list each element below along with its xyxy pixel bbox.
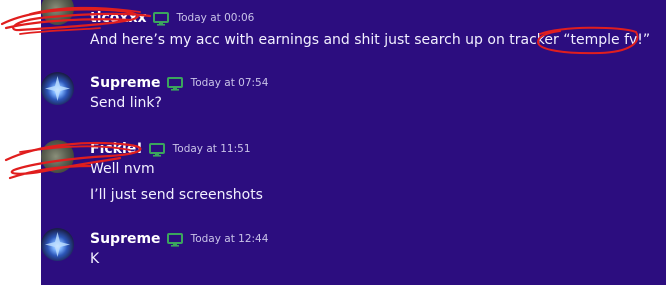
message-timestamp[interactable]: Today at 12:44 xyxy=(191,233,269,245)
username[interactable]: Supreme xyxy=(90,231,161,247)
avatar[interactable] xyxy=(41,228,74,261)
message-text: And here’s my acc with earnings and shit… xyxy=(90,32,651,48)
desktop-icon xyxy=(152,11,169,26)
message-timestamp[interactable]: Today at 11:51 xyxy=(173,143,251,155)
message-text: K xyxy=(90,251,100,267)
message-text: Well nvm xyxy=(90,161,155,177)
desktop-icon xyxy=(166,76,183,91)
message-group: Supreme Today at 12:44 K xyxy=(41,228,666,278)
avatar[interactable] xyxy=(41,0,74,25)
message-header: Fickle! Today at 11:51 xyxy=(90,139,251,159)
username[interactable]: ticoxxx xyxy=(90,10,147,26)
username[interactable]: Fickle! xyxy=(90,141,143,157)
message-group: Supreme Today at 07:54 Send link? xyxy=(41,72,666,122)
desktop-icon xyxy=(148,142,165,157)
message-group: Fickle! Today at 11:51 Well nvm I’ll jus… xyxy=(41,138,666,210)
message-header: ticoxxx Today at 00:06 xyxy=(90,8,254,28)
message-header: Supreme Today at 12:44 xyxy=(90,229,268,249)
message-text: I’ll just send screenshots xyxy=(90,187,263,203)
avatar[interactable] xyxy=(41,72,74,105)
desktop-icon xyxy=(166,232,183,247)
avatar[interactable] xyxy=(41,140,74,173)
username[interactable]: Supreme xyxy=(90,75,161,91)
chat-message-area: ticoxxx Today at 00:06 And here’s my acc… xyxy=(41,0,666,285)
message-text: Send link? xyxy=(90,95,162,111)
message-header: Supreme Today at 07:54 xyxy=(90,73,268,93)
message-timestamp[interactable]: Today at 07:54 xyxy=(191,77,269,89)
message-timestamp[interactable]: Today at 00:06 xyxy=(177,12,255,24)
message-group: ticoxxx Today at 00:06 And here’s my acc… xyxy=(41,0,666,60)
